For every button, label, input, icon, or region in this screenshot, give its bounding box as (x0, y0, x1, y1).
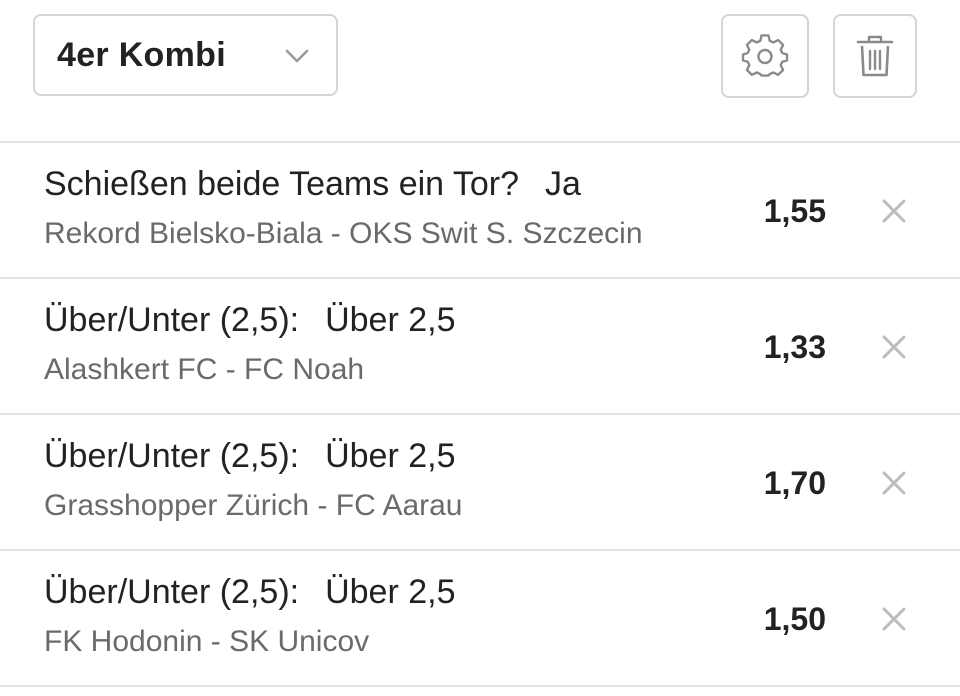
settings-button[interactable] (721, 14, 809, 98)
bet-selection: Über 2,5 (325, 573, 456, 611)
bet-odds: 1,55 (763, 193, 826, 229)
delete-all-button[interactable] (833, 14, 917, 98)
remove-bet-button[interactable] (880, 605, 908, 633)
bet-market: Schießen beide Teams ein Tor? Ja (44, 165, 581, 204)
trash-icon (855, 33, 895, 79)
close-icon (880, 335, 908, 365)
bet-market: Über/Unter (2,5): Über 2,5 (44, 301, 456, 340)
remove-bet-button[interactable] (880, 197, 908, 225)
bet-event: FK Hodonin - SK Unicov (44, 625, 370, 658)
bet-odds: 1,33 (763, 329, 826, 365)
market-name: Schießen beide Teams ein Tor? (44, 165, 520, 203)
remove-bet-button[interactable] (880, 333, 908, 361)
bet-selection: Über 2,5 (325, 437, 456, 475)
bet-type-label: 4er Kombi (57, 35, 226, 74)
close-icon (880, 607, 908, 637)
close-icon (880, 199, 908, 229)
bet-odds: 1,50 (763, 601, 826, 637)
bet-market: Über/Unter (2,5): Über 2,5 (44, 437, 456, 476)
remove-bet-button[interactable] (880, 469, 908, 497)
bet-event: Grasshopper Zürich - FC Aarau (44, 489, 463, 522)
bet-selection: Ja (545, 165, 581, 203)
bet-event: Rekord Bielsko-Biala - OKS Swit S. Szcze… (44, 217, 643, 250)
market-name: Über/Unter (2,5): (44, 573, 300, 611)
gear-icon (741, 32, 789, 80)
bet-row: Über/Unter (2,5): Über 2,5 FK Hodonin - S… (0, 551, 960, 687)
bet-list: Schießen beide Teams ein Tor? Ja Rekord B… (0, 143, 960, 687)
betslip-header: 4er Kombi (0, 0, 960, 142)
bet-odds: 1,70 (763, 465, 826, 501)
close-icon (880, 471, 908, 501)
bet-row: Über/Unter (2,5): Über 2,5 Grasshopper Zü… (0, 415, 960, 551)
bet-selection: Über 2,5 (325, 301, 456, 339)
bet-market: Über/Unter (2,5): Über 2,5 (44, 573, 456, 612)
bet-type-dropdown[interactable]: 4er Kombi (33, 14, 338, 96)
market-name: Über/Unter (2,5): (44, 301, 300, 339)
chevron-down-icon (284, 46, 310, 66)
market-name: Über/Unter (2,5): (44, 437, 300, 475)
bet-event: Alashkert FC - FC Noah (44, 353, 365, 386)
bet-row: Schießen beide Teams ein Tor? Ja Rekord B… (0, 143, 960, 279)
bet-row: Über/Unter (2,5): Über 2,5 Alashkert FC -… (0, 279, 960, 415)
